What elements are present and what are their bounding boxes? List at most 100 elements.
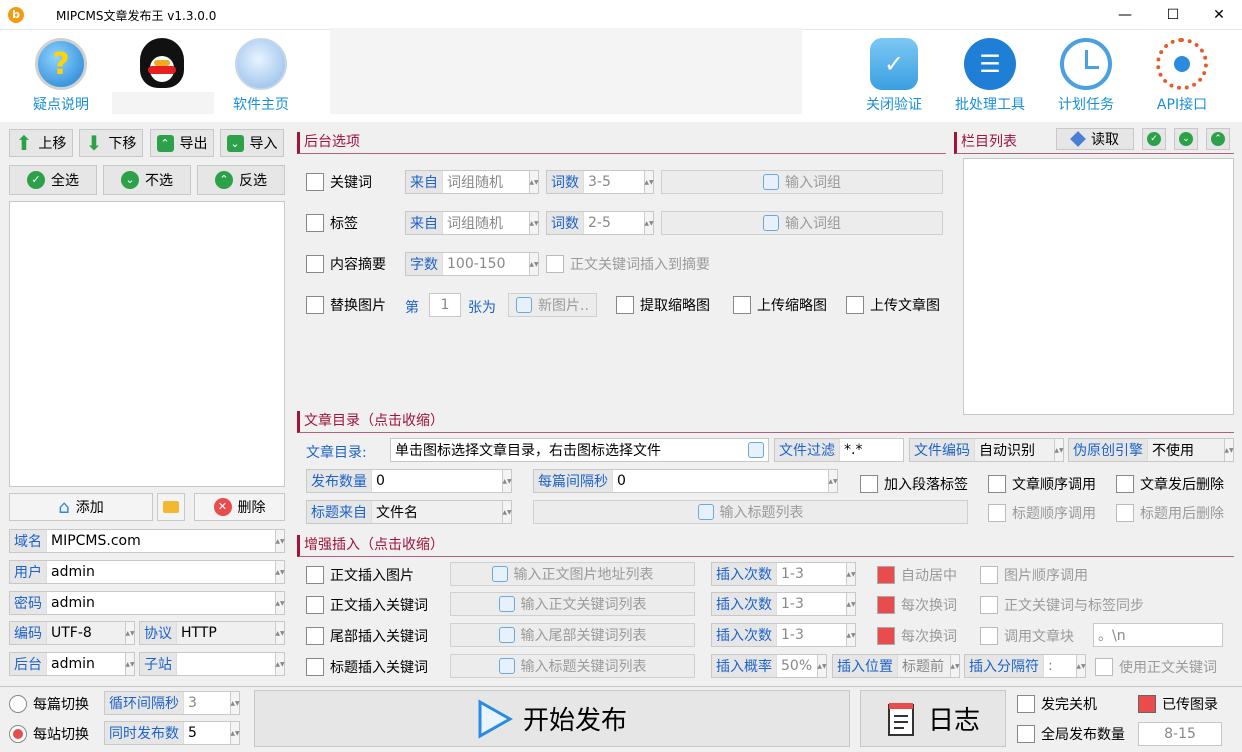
encoding-select[interactable]: 编码 UTF-8 ▲▼ [9,621,135,645]
dir-label: 文章目录: [306,445,367,461]
file-encoding-select[interactable]: 文件编码 自动识别 ▲▼ [909,438,1064,462]
sequential-call-checkbox[interactable]: 文章顺序调用 [988,474,1096,494]
loop-interval-field[interactable]: 循环间隔秒 3 ▲▼ [104,691,240,715]
tail-kw-times-field[interactable]: 插入次数 1-3 ▲▼ [711,623,856,647]
keyword-phrase-button[interactable]: 输入词组 [661,170,943,194]
delete-after-checkbox[interactable]: 文章发后删除 [1116,474,1224,494]
domain-field[interactable]: 域名 MIPCMS.com ▲▼ [9,529,285,553]
tag-phrase-button[interactable]: 输入词组 [661,211,943,235]
import-button[interactable]: ⌄ 导入 [220,129,284,157]
summary-checkbox[interactable]: 内容摘要 [306,254,386,274]
select-none-button[interactable]: ⌄ 不选 [103,165,191,195]
upload-image-checkbox[interactable]: 上传文章图 [846,295,940,315]
upload-thumb-checkbox[interactable]: 上传缩略图 [733,295,827,315]
global-count-checkbox[interactable]: 全局发布数量 [1017,724,1125,744]
pseudo-engine-select[interactable]: 伪原创引擎 不使用 ▲▼ [1068,438,1234,462]
maximize-button[interactable]: ☐ [1150,0,1196,30]
qq-button[interactable] [134,38,190,92]
user-field[interactable]: 用户 admin ▲▼ [9,560,285,584]
use-body-keyword-checkbox[interactable]: 使用正文关键词 [1095,657,1217,677]
each-change-word-checkbox-1[interactable]: 每次换词 [877,595,957,615]
title-source-select[interactable]: 标题来自 文件名 ▲▼ [306,500,512,524]
title-keyword-list-button[interactable]: 输入标题关键词列表 [450,654,695,678]
article-block-field[interactable]: 。\n [1093,623,1223,647]
tail-insert-keyword-checkbox[interactable]: 尾部插入关键词 [306,626,428,646]
replace-image-checkbox[interactable]: 替换图片 [306,295,386,315]
image-sequential-checkbox[interactable]: 图片顺序调用 [980,565,1088,585]
api-button[interactable]: API接口 [1146,38,1218,114]
title-insert-keyword-checkbox[interactable]: 标题插入关键词 [306,657,428,677]
insert-separator-field[interactable]: 插入分隔符: ▲▼ [964,654,1086,678]
log-button[interactable]: 日志 [860,690,1006,747]
title-list-button[interactable]: 输入标题列表 [533,500,968,524]
body-kw-times-field[interactable]: 插入次数 1-3 ▲▼ [711,592,856,616]
insert-position-select[interactable]: 插入位置 标题前 ▲▼ [832,654,960,678]
site-list[interactable] [9,201,285,487]
body-keyword-list-button[interactable]: 输入正文关键词列表 [450,592,695,616]
check-all-button[interactable]: ✓ [1142,128,1166,150]
substation-field[interactable]: 子站 ▲▼ [139,652,285,676]
per-site-radio[interactable]: 每站切换 [9,724,89,744]
image-url-list-button[interactable]: 输入正文图片地址列表 [450,562,695,586]
home-icon: ⌂ [58,496,70,518]
kw-tag-sync-checkbox[interactable]: 正文关键词与标签同步 [980,595,1144,615]
category-list[interactable] [963,158,1234,415]
shutdown-checkbox[interactable]: 发完关机 [1017,694,1097,714]
insert-kw-summary-checkbox[interactable]: 正文关键词插入到摘要 [546,254,710,274]
file-filter-field[interactable]: 文件过滤 *.* [774,438,904,462]
call-article-block-checkbox[interactable]: 调用文章块 [980,626,1074,646]
article-dir-header[interactable]: 文章目录（点击收缩） [297,411,1234,433]
image-insert-times-field[interactable]: 插入次数 1-3 ▲▼ [711,562,856,586]
global-count-field[interactable]: 8-15 [1138,722,1222,746]
protocol-select[interactable]: 协议 HTTP ▲▼ [139,621,285,645]
add-button[interactable]: ⌂ 添加 [9,493,153,521]
help-button[interactable]: ? 疑点说明 [26,38,96,114]
invert-button[interactable]: ⌃ 反选 [197,165,285,195]
keyword-source-select[interactable]: 来自 词组随机 ▲▼ [405,170,539,194]
password-field[interactable]: 密码 admin ▲▼ [9,591,285,615]
tag-count-field[interactable]: 词数 2-5 ▲▼ [546,211,654,235]
each-change-word-checkbox-2[interactable]: 每次换词 [877,626,957,646]
move-down-button[interactable]: ⬇ 下移 [79,129,143,157]
insert-probability-field[interactable]: 插入概率 50% ▲▼ [711,654,827,678]
read-button[interactable]: 读取 [1056,128,1134,150]
concurrent-field[interactable]: 同时发布数 5 ▲▼ [104,721,240,745]
nth-image-field[interactable]: 1 [429,293,461,317]
uploaded-image-checkbox[interactable]: 已传图录 [1138,694,1218,714]
delete-button[interactable]: ✕ 删除 [194,493,285,521]
collapse-button[interactable]: ⌄ [1174,128,1198,150]
enhance-header[interactable]: 增强插入（点击收缩） [297,535,1234,557]
new-image-button[interactable]: 新图片.. [508,293,597,317]
export-button[interactable]: ⌃ 导出 [150,129,214,157]
keyword-count-field[interactable]: 词数 3-5 ▲▼ [546,170,654,194]
interval-field[interactable]: 每篇间隔秒 0 ▲▼ [533,469,838,493]
auto-center-checkbox[interactable]: 自动居中 [877,565,957,585]
backend-field[interactable]: 后台 admin ▲▼ [9,652,135,676]
homepage-button[interactable]: 软件主页 [226,38,296,114]
tag-checkbox[interactable]: 标签 [306,213,358,233]
start-publish-button[interactable]: 开始发布 [254,690,850,747]
folder-button[interactable] [157,493,185,521]
body-insert-image-checkbox[interactable]: 正文插入图片 [306,565,414,585]
body-insert-keyword-checkbox[interactable]: 正文插入关键词 [306,595,428,615]
publish-count-field[interactable]: 发布数量 0 ▲▼ [306,469,512,493]
move-up-button[interactable]: ⬆ 上移 [9,129,73,157]
add-para-tag-checkbox[interactable]: 加入段落标签 [860,474,968,494]
per-article-radio[interactable]: 每篇切换 [9,694,89,714]
dir-input[interactable]: 单击图标选择文章目录，右击图标选择文件 [390,438,769,462]
expand-button[interactable]: ⌃ [1206,128,1230,150]
title-sequential-checkbox[interactable]: 标题顺序调用 [988,503,1096,523]
schedule-button[interactable]: 计划任务 [1050,38,1122,114]
folder-pick-icon[interactable] [748,442,764,458]
tag-source-select[interactable]: 来自 词组随机 ▲▼ [405,211,539,235]
tail-keyword-list-button[interactable]: 输入尾部关键词列表 [450,623,695,647]
extract-thumb-checkbox[interactable]: 提取缩略图 [616,295,710,315]
title-delete-checkbox[interactable]: 标题用后删除 [1116,503,1224,523]
minimize-button[interactable]: — [1102,0,1148,30]
batch-tool-button[interactable]: ☰ 批处理工具 [947,38,1033,114]
select-all-button[interactable]: ✓ 全选 [9,165,97,195]
close-button[interactable]: ✕ [1196,0,1242,30]
summary-chars-field[interactable]: 字数 100-150 ▲▼ [405,252,539,276]
keyword-checkbox[interactable]: 关键词 [306,172,372,192]
close-verify-button[interactable]: ✓ 关闭验证 [858,38,930,114]
